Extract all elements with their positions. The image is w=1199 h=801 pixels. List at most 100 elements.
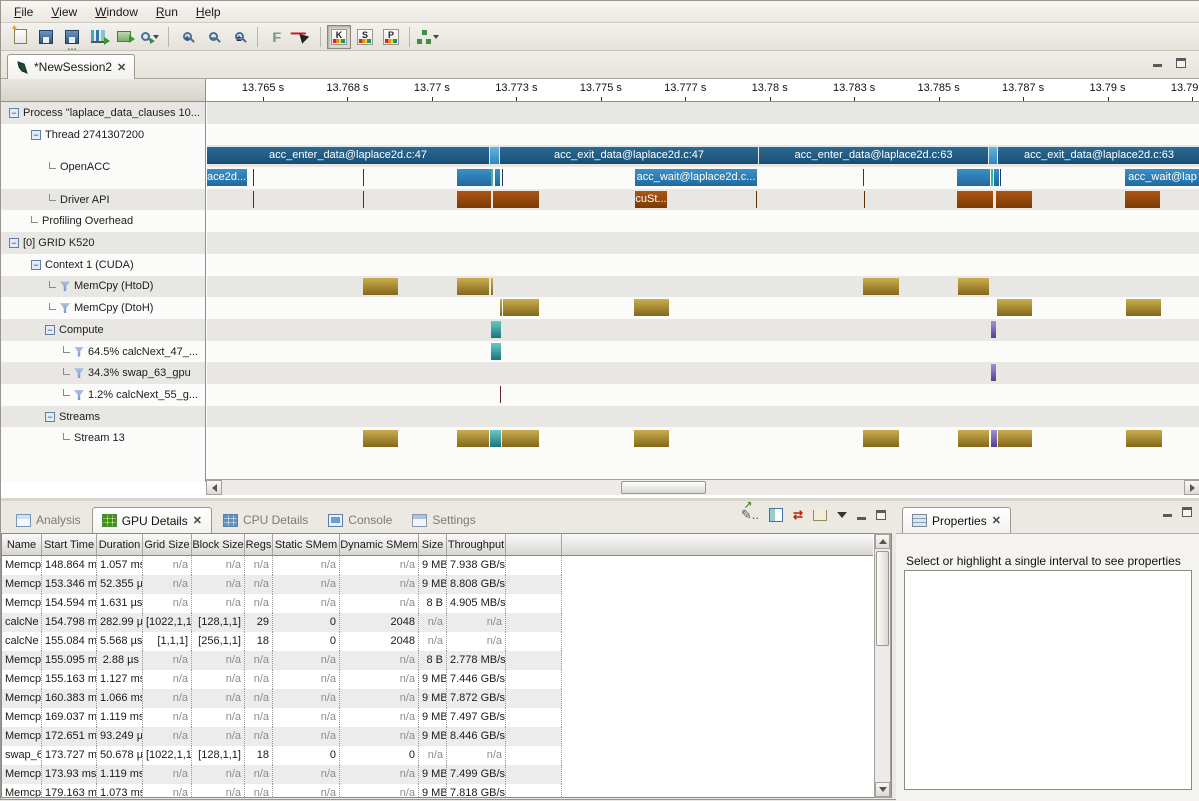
timeline-interval[interactable] [634, 430, 669, 447]
timeline-instant-marker[interactable] [863, 169, 864, 186]
timeline-interval[interactable] [457, 278, 489, 295]
timeline-interval[interactable] [998, 430, 1032, 447]
timeline-interval[interactable] [634, 299, 669, 316]
timeline-interval[interactable] [502, 430, 539, 447]
timeline-interval[interactable] [958, 430, 989, 447]
timeline-interval[interactable] [1126, 430, 1162, 447]
timeline-interval[interactable] [991, 321, 996, 338]
minimize-icon[interactable] [1153, 64, 1162, 67]
tree-row-compute[interactable]: −Compute [1, 319, 206, 341]
timeline-interval[interactable] [1126, 299, 1161, 316]
mark-timeline-button[interactable]: F [264, 25, 288, 49]
timeline-instant-marker[interactable] [363, 169, 364, 186]
timeline-interval[interactable] [989, 147, 997, 164]
minimize-icon[interactable] [857, 517, 866, 520]
timeline-interval[interactable] [490, 430, 501, 447]
zoom-out-button[interactable]: − [201, 25, 225, 49]
collapse-icon[interactable]: − [9, 108, 19, 118]
timeline-interval[interactable] [457, 169, 491, 186]
close-icon[interactable]: ✕ [992, 514, 1001, 527]
timeline-interval[interactable] [991, 364, 996, 381]
timeline-interval[interactable] [994, 169, 999, 186]
tree-row-1-2-calcnext-55-g[interactable]: 1.2% calcNext_55_g... [1, 384, 206, 406]
timeline-instant-marker[interactable] [253, 169, 254, 186]
timeline-interval[interactable] [1125, 191, 1160, 208]
scrollbar-thumb[interactable] [876, 551, 889, 646]
timeline-instant-marker[interactable] [500, 386, 501, 403]
timeline-interval[interactable] [363, 278, 398, 295]
tree-row-64-5-calcnext-47[interactable]: 64.5% calcNext_47_... [1, 341, 206, 363]
column-header[interactable]: Throughput [447, 534, 506, 556]
tab-settings[interactable]: Settings [403, 507, 484, 533]
timeline-interval[interactable] [491, 343, 501, 360]
timeline-interval[interactable]: acc_exit_data@laplace2d.c:63 [998, 147, 1199, 164]
collapse-icon[interactable]: − [31, 260, 41, 270]
column-header[interactable]: Static SMem [273, 534, 340, 556]
horizontal-scrollbar[interactable] [206, 479, 1199, 495]
timeline-interval[interactable] [958, 278, 989, 295]
timeline-interval[interactable]: cuSt... [635, 191, 667, 208]
timeline-instant-marker[interactable] [1000, 169, 1001, 186]
timeline-interval[interactable] [493, 191, 539, 208]
tree-row-34-3-swap-63-gpu[interactable]: 34.3% swap_63_gpu [1, 362, 206, 384]
timeline-interval[interactable] [490, 147, 499, 164]
table-row[interactable]: Memcp179.163 ms1.073 msn/an/an/an/an/a9 … [2, 784, 562, 798]
timeline-instant-marker[interactable] [363, 191, 364, 208]
table-row[interactable]: calcNe154.798 ms282.99 µs[1022,1,1][128,… [2, 613, 562, 632]
kernel-view-button[interactable]: K [327, 25, 351, 49]
tree-row-thread-2741307200[interactable]: −Thread 2741307200 [1, 124, 206, 146]
table-row[interactable]: calcNe155.084 ms5.568 µs[1,1,1][256,1,1]… [2, 632, 562, 651]
tree-row-memcpy-htod[interactable]: MemCpy (HtoD) [1, 276, 206, 298]
timeline-interval[interactable] [996, 191, 1032, 208]
save-all-button[interactable] [60, 25, 84, 49]
tree-row-profiling-overhead[interactable]: Profiling Overhead [1, 211, 206, 233]
timeline-interval[interactable] [457, 430, 489, 447]
tree-row-memcpy-dtoh[interactable]: MemCpy (DtoH) [1, 297, 206, 319]
collapse-icon[interactable]: − [31, 130, 41, 140]
goto-marker-button[interactable] [290, 25, 314, 49]
close-icon[interactable]: ✕ [117, 61, 126, 74]
menu-window[interactable]: Window [86, 3, 147, 21]
table-row[interactable]: Memcp169.037 ms1.119 msn/an/an/an/an/a9 … [2, 708, 562, 727]
timeline-interval[interactable] [491, 321, 501, 338]
tab-session[interactable]: *NewSession2 ✕ [7, 54, 135, 79]
collapse-icon[interactable]: − [45, 412, 55, 422]
tab-properties[interactable]: Properties ✕ [902, 507, 1011, 533]
timeline-interval[interactable]: acc_exit_data@laplace2d.c:47 [500, 147, 758, 164]
red-arrows-icon[interactable]: ⇄ [793, 508, 803, 522]
zoom-selection-button[interactable] [138, 25, 162, 49]
tab-cpu-details[interactable]: CPU Details [214, 507, 317, 533]
tab-console[interactable]: Console [319, 507, 401, 533]
timeline-interval[interactable]: acc_wait@laplace2d.c... [635, 169, 757, 186]
menu-help[interactable]: Help [187, 3, 230, 21]
timeline-interval[interactable] [503, 299, 539, 316]
export-session-button[interactable] [112, 25, 136, 49]
scroll-down-button[interactable] [875, 782, 890, 797]
collapse-icon[interactable]: − [9, 238, 19, 248]
collapse-icon[interactable]: − [45, 325, 55, 335]
close-icon[interactable]: ✕ [193, 514, 202, 527]
tree-row-context-1-cuda[interactable]: −Context 1 (CUDA) [1, 254, 206, 276]
timeline-interval[interactable] [457, 191, 491, 208]
timeline-instant-marker[interactable] [253, 191, 254, 208]
scroll-right-button[interactable] [1184, 480, 1199, 495]
timeline-interval[interactable] [863, 278, 899, 295]
column-header[interactable]: Dynamic SMem [340, 534, 419, 556]
timeline-interval[interactable] [957, 169, 990, 186]
menu-file[interactable]: File [5, 3, 42, 21]
table-row[interactable]: Memcp148.864 ms1.057 msn/an/an/an/an/a9 … [2, 556, 562, 575]
tab-gpu-details[interactable]: GPU Details✕ [92, 507, 212, 533]
tree-row-stream-13[interactable]: Stream 13 [1, 428, 206, 450]
zoom-in-button[interactable]: + [175, 25, 199, 49]
timeline-instant-marker[interactable] [491, 278, 493, 295]
tree-row-0-grid-k520[interactable]: −[0] GRID K520 [1, 232, 206, 254]
scroll-left-button[interactable] [206, 480, 222, 495]
process-view-button[interactable]: P [379, 25, 403, 49]
table-row[interactable]: Memcp153.346 ms52.355 µsn/an/an/an/an/a9… [2, 575, 562, 594]
timeline-interval[interactable]: acc_enter_data@laplace2d.c:63 [759, 147, 988, 164]
column-header[interactable]: Duration [97, 534, 143, 556]
timeline-interval[interactable]: acc_enter_data@laplace2d.c:47 [207, 147, 489, 164]
timeline-interval[interactable]: acc_wait@lap [1125, 169, 1199, 186]
tree-row-driver-api[interactable]: Driver API [1, 189, 206, 211]
table-row[interactable]: Memcp155.163 ms1.127 msn/an/an/an/an/a9 … [2, 670, 562, 689]
